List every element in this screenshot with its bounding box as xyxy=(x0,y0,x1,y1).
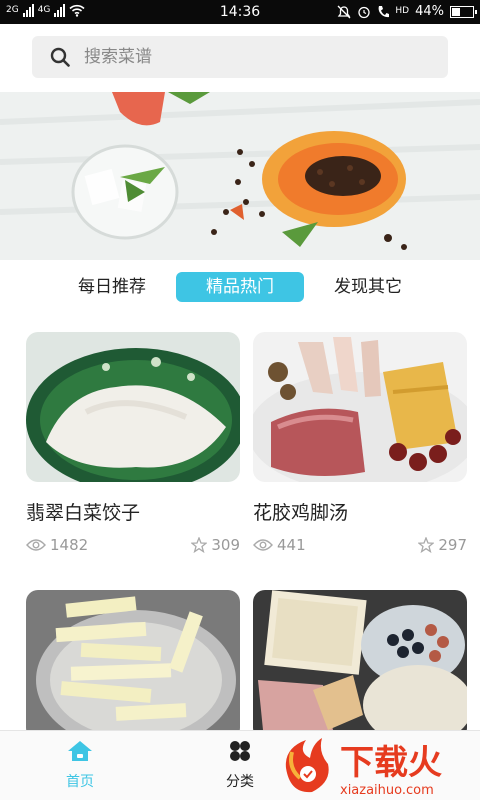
favorite-count: 309 xyxy=(211,536,240,554)
recipe-card[interactable] xyxy=(253,590,467,740)
watermark-brand: 下载火 xyxy=(340,743,442,783)
recipe-title: 翡翠白菜饺子 xyxy=(26,502,141,524)
recipe-image[interactable] xyxy=(253,332,467,482)
recipe-image[interactable] xyxy=(26,332,240,482)
star-icon[interactable] xyxy=(191,537,208,553)
call-icon xyxy=(378,5,390,17)
battery-icon xyxy=(450,5,477,18)
banner-illustration xyxy=(0,92,480,260)
recipe-image[interactable] xyxy=(253,590,467,740)
volte-label: HD xyxy=(395,6,410,16)
mute-icon xyxy=(337,5,351,18)
alarm-icon xyxy=(358,6,371,18)
recipe-title: 花胶鸡脚汤 xyxy=(253,502,349,524)
recipe-image[interactable] xyxy=(26,590,240,740)
view-count: 441 xyxy=(277,536,306,554)
eye-icon xyxy=(253,539,273,551)
search-icon xyxy=(50,47,70,67)
eye-icon xyxy=(26,539,46,551)
nav-home-label: 首页 xyxy=(66,774,94,790)
watermark-site: xiazaihuo.com xyxy=(340,783,434,798)
search-input[interactable] xyxy=(84,47,404,67)
recipe-card[interactable]: 翡翠白菜饺子 1482 309 xyxy=(26,332,240,554)
recipe-card[interactable] xyxy=(26,590,240,740)
watermark-logo: 下载火 xiazaihuo.com xyxy=(282,734,480,800)
category-tabs: 每日推荐 精品热门 发现其它 xyxy=(0,272,480,304)
tab-daily-recommend[interactable]: 每日推荐 xyxy=(66,272,158,302)
favorite-count: 297 xyxy=(438,536,467,554)
recipe-card[interactable]: 花胶鸡脚汤 441 297 xyxy=(253,332,467,554)
battery-percent: 44% xyxy=(415,4,444,19)
nav-category[interactable]: 分类 xyxy=(190,739,290,791)
home-icon xyxy=(68,741,92,761)
banner-image[interactable] xyxy=(0,92,480,260)
tab-discover[interactable]: 发现其它 xyxy=(322,272,414,302)
category-icon xyxy=(230,741,250,761)
nav-home[interactable]: 首页 xyxy=(30,739,130,791)
status-bar: 2G 4G 14:36 HD 44% xyxy=(0,0,480,24)
nav-category-label: 分类 xyxy=(226,774,254,790)
star-icon[interactable] xyxy=(418,537,435,553)
tab-hot[interactable]: 精品热门 xyxy=(176,272,304,302)
search-bar[interactable] xyxy=(32,36,448,78)
view-count: 1482 xyxy=(50,536,89,554)
